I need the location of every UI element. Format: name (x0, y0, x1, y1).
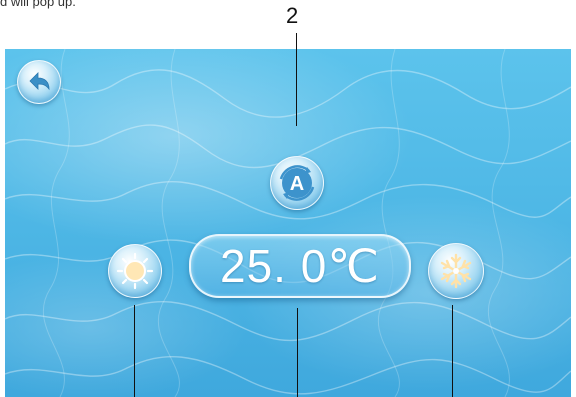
callout-line-temp (297, 308, 298, 397)
callout-line-auto (296, 33, 297, 126)
callout-line-cool (452, 305, 453, 397)
back-arrow-icon (29, 72, 50, 91)
sun-icon (116, 252, 154, 290)
cool-mode-button[interactable] (428, 243, 484, 299)
temperature-unit: ℃ (327, 240, 380, 292)
snowflake-icon (440, 253, 472, 289)
callout-line-heat (134, 305, 135, 397)
heat-mode-button[interactable] (108, 244, 162, 298)
controller-screen: A 25. 0℃ (5, 49, 571, 397)
water-caustics-background (5, 49, 571, 397)
back-button[interactable] (17, 60, 61, 104)
temperature-display[interactable]: 25. 0℃ (189, 234, 411, 298)
auto-mode-letter: A (290, 173, 304, 195)
callout-number-2: 2 (286, 3, 299, 28)
auto-mode-button[interactable]: A (270, 156, 324, 210)
manual-caption-fragment: d will pop up. (0, 0, 76, 9)
temperature-value: 25. 0℃ (220, 240, 380, 292)
auto-mode-icon: A (279, 165, 315, 201)
